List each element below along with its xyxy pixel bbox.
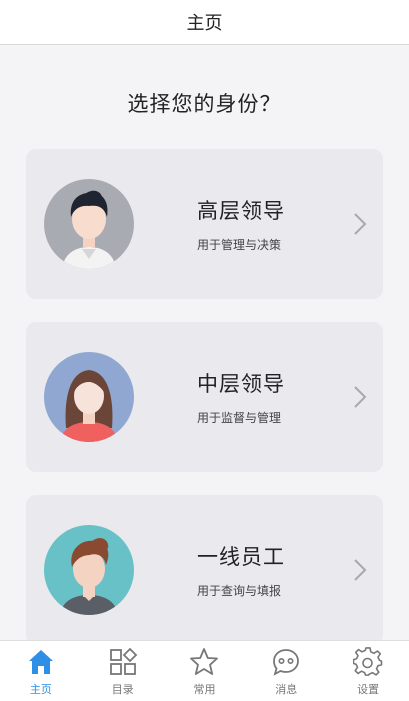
page-header: 主页 bbox=[0, 0, 409, 45]
role-description: 用于查询与填报 bbox=[197, 584, 282, 598]
role-card-middle-manager[interactable]: 中层领导 用于监督与管理 bbox=[26, 322, 383, 472]
tab-label: 目录 bbox=[111, 683, 134, 696]
bottom-tab-bar: 主页 目录 常用 消息 设置 bbox=[0, 640, 409, 701]
role-description: 用于管理与决策 bbox=[197, 238, 282, 252]
home-icon bbox=[28, 650, 53, 674]
chat-icon bbox=[273, 649, 300, 676]
chevron-right-icon bbox=[354, 213, 367, 235]
role-title: 高层领导 bbox=[197, 199, 285, 223]
role-title: 中层领导 bbox=[197, 372, 285, 396]
chevron-right-icon bbox=[354, 386, 367, 408]
role-description: 用于监督与管理 bbox=[197, 411, 282, 425]
role-card-frontline-staff[interactable]: 一线员工 用于查询与填报 bbox=[26, 495, 383, 645]
chevron-right-icon bbox=[354, 559, 367, 581]
female-manager-avatar-icon bbox=[44, 352, 134, 442]
tab-label: 设置 bbox=[357, 683, 380, 696]
star-icon bbox=[190, 648, 219, 675]
tab-label: 常用 bbox=[193, 683, 216, 696]
identity-prompt: 选择您的身份？ bbox=[127, 92, 282, 116]
role-card-senior-leader[interactable]: 高层领导 用于管理与决策 bbox=[26, 149, 383, 299]
role-title: 一线员工 bbox=[197, 545, 285, 569]
male-staff-avatar-icon bbox=[44, 525, 134, 615]
tab-settings[interactable]: 设置 bbox=[327, 641, 409, 701]
grid-icon bbox=[109, 647, 137, 675]
tab-label: 主页 bbox=[29, 683, 52, 696]
tab-label: 消息 bbox=[275, 683, 298, 696]
tab-catalog[interactable]: 目录 bbox=[82, 641, 164, 701]
tab-messages[interactable]: 消息 bbox=[245, 641, 327, 701]
tab-favorites[interactable]: 常用 bbox=[164, 641, 246, 701]
page-title: 主页 bbox=[186, 13, 223, 34]
male-executive-avatar-icon bbox=[44, 179, 134, 269]
tab-home[interactable]: 主页 bbox=[0, 641, 82, 701]
gear-icon bbox=[353, 647, 383, 676]
